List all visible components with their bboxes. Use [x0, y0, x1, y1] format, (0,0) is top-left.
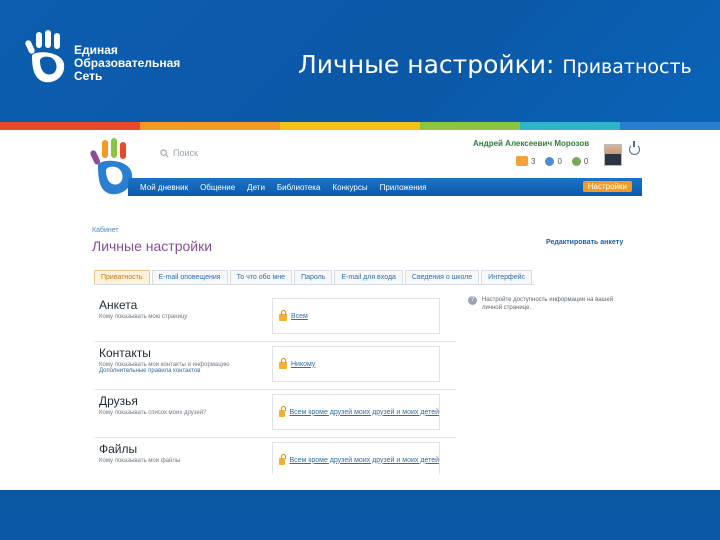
setting-value-selector[interactable]: Никому	[272, 346, 440, 382]
help-icon: ?	[468, 296, 477, 305]
setting-value-selector[interactable]: Всем кроме друзей моих друзей и моих дет…	[272, 394, 440, 430]
user-name-link[interactable]: Андрей Алексеевич Морозов	[473, 139, 589, 148]
tab-privacy[interactable]: Приватность	[94, 270, 150, 284]
slide-footer	[0, 490, 720, 540]
privacy-hint: ? Настройте доступность информации на ва…	[468, 296, 628, 312]
tab-password[interactable]: Пароль	[294, 270, 333, 284]
app-screenshot: Поиск Андрей Алексеевич Морозов 3 0 0 Мо…	[80, 132, 648, 474]
tab-school-info[interactable]: Сведения о школе	[404, 270, 480, 284]
logo-line-3: Сеть	[74, 69, 103, 83]
tab-login-email[interactable]: E-mail для входа	[334, 270, 403, 284]
main-nav: Мой дневник Общение Дети Библиотека Конк…	[128, 178, 642, 196]
setting-value[interactable]: Всем	[291, 313, 308, 320]
nav-item-contests[interactable]: Конкурсы	[332, 183, 367, 192]
setting-label: Контакты Кому показывать мои контакты и …	[94, 342, 270, 389]
setting-title: Друзья	[99, 394, 138, 408]
page-title: Личные настройки	[92, 238, 213, 254]
setting-row-files: Файлы Кому показывать мои файлы Всем кро…	[94, 438, 456, 474]
groups-icon	[571, 156, 581, 166]
tab-interface[interactable]: Интерфейс	[481, 270, 533, 284]
setting-row-contacts: Контакты Кому показывать мои контакты и …	[94, 342, 456, 390]
avatar[interactable]	[604, 144, 622, 166]
nav-settings-button[interactable]: Настройки	[582, 181, 632, 192]
slide-title-sub: Приватность	[562, 56, 692, 78]
setting-title: Контакты	[99, 346, 151, 360]
contacts-rules-link[interactable]: Дополнительные правила контактов	[99, 368, 265, 374]
notification-counters: 3 0 0	[516, 156, 588, 166]
search-placeholder: Поиск	[173, 148, 198, 158]
setting-value-selector[interactable]: Всем кроме друзей моих друзей и моих дет…	[272, 442, 440, 474]
edu-network-logo: Единая Образовательная Сеть	[22, 30, 222, 90]
hint-text: Настройте доступность информации на ваше…	[482, 297, 614, 311]
settings-tabs: Приватность E-mail оповещения То что обо…	[94, 270, 535, 285]
setting-row-friends: Друзья Кому показывать список моих друзе…	[94, 390, 456, 438]
friends-icon	[545, 156, 555, 166]
edit-profile-link[interactable]: Редактировать анкету	[546, 239, 623, 246]
lock-icon	[279, 358, 287, 369]
setting-label: Анкета Кому показывать мою страницу	[94, 294, 270, 341]
slide-title-main: Личные настройки:	[298, 50, 555, 79]
friends-count: 0	[557, 156, 562, 166]
setting-value[interactable]: Никому	[291, 361, 315, 368]
setting-description: Кому показывать список моих друзей?	[99, 410, 207, 416]
nav-item-apps[interactable]: Приложения	[380, 183, 427, 192]
groups-counter[interactable]: 0	[571, 156, 589, 166]
slide-header: Единая Образовательная Сеть Личные настр…	[0, 0, 720, 122]
search-icon	[160, 148, 169, 157]
breadcrumb[interactable]: Кабинет	[92, 227, 119, 234]
setting-title: Анкета	[99, 298, 138, 312]
color-stripe	[0, 122, 720, 130]
setting-value[interactable]: Всем кроме друзей моих друзей и моих дет…	[289, 409, 439, 416]
messages-count: 3	[531, 156, 536, 166]
lock-icon	[279, 454, 287, 465]
lock-icon	[279, 406, 287, 417]
nav-item-diary[interactable]: Мой дневник	[140, 183, 188, 192]
setting-title: Файлы	[99, 442, 138, 456]
lock-icon	[279, 310, 287, 321]
nav-item-communication[interactable]: Общение	[200, 183, 235, 192]
slide-title: Личные настройки: Приватность	[298, 50, 692, 79]
tab-about-me[interactable]: То что обо мне	[229, 270, 293, 284]
setting-value[interactable]: Всем кроме друзей моих друзей и моих дет…	[289, 457, 439, 464]
setting-description: Кому показывать мои файлы	[99, 458, 181, 464]
search-box[interactable]: Поиск	[160, 148, 198, 158]
nav-item-library[interactable]: Библиотека	[277, 183, 321, 192]
presentation-slide: Единая Образовательная Сеть Личные настр…	[0, 0, 720, 540]
logo-wordmark: Единая Образовательная Сеть	[74, 44, 180, 83]
nav-item-children[interactable]: Дети	[247, 183, 265, 192]
messages-counter[interactable]: 3	[516, 156, 535, 166]
setting-description: Кому показывать мою страницу	[99, 314, 188, 320]
friends-counter[interactable]: 0	[545, 156, 562, 166]
privacy-settings-list: Анкета Кому показывать мою страницу Всем…	[94, 294, 456, 474]
setting-label: Друзья Кому показывать список моих друзе…	[94, 390, 270, 437]
setting-value-selector[interactable]: Всем	[272, 298, 440, 334]
setting-row-profile: Анкета Кому показывать мою страницу Всем	[94, 294, 456, 342]
hand-logo-icon	[25, 30, 65, 83]
messages-icon	[516, 156, 528, 166]
tab-email-notifications[interactable]: E-mail оповещения	[151, 270, 228, 284]
groups-count: 0	[583, 156, 589, 166]
logout-icon[interactable]	[629, 141, 640, 155]
setting-label: Файлы Кому показывать мои файлы	[94, 438, 270, 474]
